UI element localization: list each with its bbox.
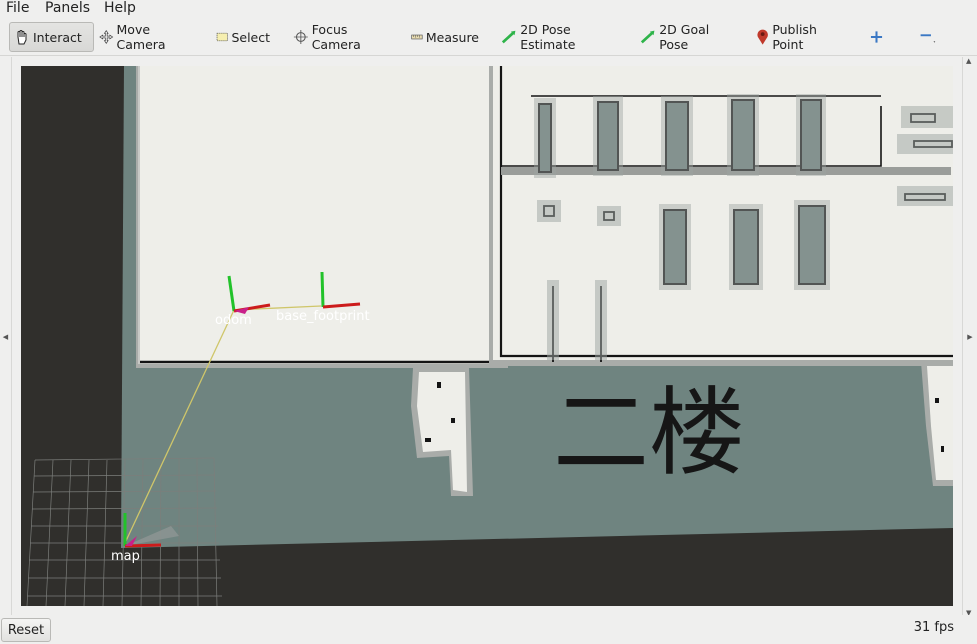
hand-icon (17, 30, 27, 45)
status-bar: Reset 31 fps (0, 615, 977, 644)
right-building (489, 66, 953, 366)
render-viewport[interactable]: 二楼 map odom base_footprint (21, 66, 953, 606)
fps-readout: 31 fps (913, 620, 954, 635)
move-camera-label: Move Camera (116, 22, 166, 52)
green-arrow-icon (640, 30, 655, 44)
floor-label: 二楼 (553, 377, 745, 489)
right-arrow-icon: ▶ (967, 333, 973, 341)
plus-icon (870, 31, 883, 43)
measure-label: Measure (425, 29, 479, 45)
green-arrow-icon (501, 30, 516, 44)
left-dock-toggle[interactable]: ◀ (0, 57, 12, 617)
crosshair-icon (293, 30, 308, 44)
goal-pose-label: 2D Goal Pose (659, 22, 710, 52)
map-pin-icon (757, 29, 768, 45)
menu-panels[interactable]: Panels (45, 0, 90, 16)
ruler-icon (411, 34, 423, 40)
scroll-up-icon: ▲ (966, 57, 972, 65)
occupancy-map: 二楼 map odom base_footprint (21, 66, 953, 606)
select-label: Select (231, 29, 270, 45)
tools-toolbar: Interact Move Camera Select Focus Camera… (0, 18, 977, 56)
menu-help[interactable]: Help (104, 0, 136, 16)
publish-point-label: Publish Point (772, 22, 817, 52)
odom-frame-label: odom (215, 313, 252, 328)
move-arrows-icon (99, 29, 114, 45)
select-tool-button[interactable]: Select (212, 22, 274, 52)
base-frame-label: base_footprint (276, 309, 370, 324)
focus-camera-tool-button[interactable]: Focus Camera (289, 22, 393, 52)
add-tool-button[interactable] (866, 22, 890, 52)
pose-estimate-tool-button[interactable]: 2D Pose Estimate (497, 22, 623, 52)
goal-pose-tool-button[interactable]: 2D Goal Pose (636, 22, 738, 52)
left-arrow-icon: ◀ (2, 333, 9, 341)
pose-estimate-label: 2D Pose Estimate (520, 22, 576, 52)
move-camera-tool-button[interactable]: Move Camera (95, 22, 199, 52)
menu-file[interactable]: File (6, 0, 29, 16)
interact-tool-button[interactable]: Interact (9, 22, 94, 52)
minus-icon (920, 34, 936, 43)
publish-point-tool-button[interactable]: Publish Point (752, 22, 852, 52)
map-frame-label: map (111, 549, 140, 564)
select-box-icon (216, 32, 228, 42)
menu-bar: File Panels Help (0, 0, 977, 18)
reset-button[interactable]: Reset (1, 618, 51, 642)
right-dock-toggle[interactable]: ▲ ▶ ▼ (962, 57, 977, 617)
remove-tool-button[interactable] (914, 22, 944, 52)
interact-label: Interact (33, 29, 82, 45)
measure-tool-button[interactable]: Measure (407, 22, 483, 52)
focus-camera-label: Focus Camera (311, 22, 361, 52)
